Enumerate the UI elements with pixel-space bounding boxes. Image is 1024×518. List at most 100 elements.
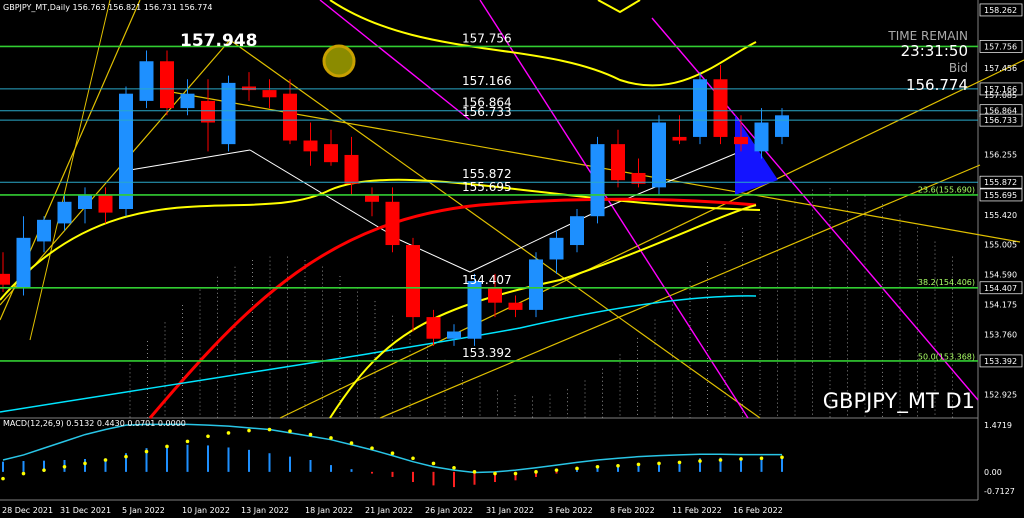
candle-body [447,331,461,339]
macd-signal-point [370,446,374,450]
candle-body [242,86,256,91]
price-tick: 154.407 [984,284,1017,293]
candle-body [590,144,605,217]
bid-label: Bid [949,61,968,75]
chart-header: GBPJPY_MT,Daily 156.763 156.821 156.731 … [3,3,212,12]
candle-body [16,237,31,289]
candle-body [57,201,72,224]
macd-signal-point [144,449,149,454]
macd-signal-point [452,465,456,470]
candle-body [262,90,277,98]
macd-signal-point [534,470,538,474]
price-tick: 153.760 [984,330,1017,339]
price-tick: 154.590 [984,271,1017,280]
candle-body [0,273,10,285]
candle-body [652,122,666,188]
level-label: 157.166 [462,74,512,88]
macd-signal-point [657,461,661,466]
price-tick: 152.925 [984,391,1017,400]
price-tick: 158.262 [984,6,1017,15]
candle-body [734,136,748,145]
macd-signal-point [226,431,231,435]
macd-label: MACD(12,26,9) 0.5132 0.4430 0.0701 0.000… [3,419,186,428]
macd-signal-point [677,460,682,465]
price-tick: 153.392 [984,357,1017,366]
macd-signal-point [1,476,5,481]
macd-signal-point [472,470,477,474]
macd-signal-point [698,459,702,463]
level-label: 153.392 [462,346,512,360]
candle-body [385,201,400,246]
candle-body [529,259,543,310]
price-tick: 156.255 [984,151,1017,160]
date-label: 3 Feb 2022 [548,506,593,515]
date-label: 11 Feb 2022 [672,506,722,515]
candle-body [180,93,195,109]
candle-body [611,144,625,181]
date-label: 21 Jan 2022 [365,506,413,515]
candle-body [160,61,174,109]
macd-signal-point [103,458,108,462]
date-label: 8 Feb 2022 [610,506,655,515]
price-tick: 157.085 [984,91,1017,100]
date-label: 16 Feb 2022 [733,506,783,515]
macd-signal-point [247,428,251,433]
date-label: 10 Jan 2022 [182,506,230,515]
macd-signal-point [554,468,559,472]
macd-signal-point [513,471,518,476]
macd-signal-point [780,455,784,460]
high-price-label: 157.948 [180,31,257,51]
macd-signal-point [288,429,292,434]
macd-signal-point [575,466,579,471]
price-tick: 155.872 [984,178,1017,187]
price-tick: 154.175 [984,300,1017,309]
candle-body [283,93,297,141]
date-label: 31 Dec 2021 [60,506,111,515]
date-label: 31 Jan 2022 [486,506,534,515]
marker-circle [322,44,356,78]
fib-label: 38.2(154.406) [918,278,975,287]
date-label: 13 Jan 2022 [241,506,289,515]
fib-label: 50.0(153.368) [918,353,975,362]
candle-body [549,237,564,260]
date-label: 5 Jan 2022 [122,506,165,515]
macd-signal-point [759,456,764,461]
candle-body [303,140,318,152]
candle-body [98,194,113,213]
macd-signal-point [718,458,723,462]
price-tick: 157.456 [984,64,1017,73]
candle-body [775,115,789,137]
candle-body [713,79,728,137]
price-tick: 155.005 [984,241,1017,250]
macd-signal-point [411,456,415,461]
macd-signal-point [595,464,600,469]
candle-body [221,82,236,145]
candle-body [139,61,154,101]
macd-signal-point [83,461,87,466]
candle-body [201,100,215,123]
candle-body [426,317,441,339]
price-tick: 155.695 [984,191,1017,200]
macd-signal-point [165,444,169,449]
macd-signal-point [739,457,743,461]
price-chart[interactable]: 157.756157.166156.864156.733155.872155.6… [0,0,1024,518]
macd-signal-point [62,464,67,469]
macd-signal-point [329,436,333,440]
date-label: 28 Dec 2021 [2,506,53,515]
symbol-label: GBPJPY_MT D1 [823,389,975,414]
price-tick: 155.420 [984,211,1017,220]
level-label: 155.695 [462,180,512,194]
macd-signal-point [206,434,210,439]
candle-body [78,194,92,209]
candle-body [344,154,359,184]
macd-signal-point [267,427,272,432]
date-label: 18 Jan 2022 [305,506,353,515]
macd-tick: -0.7127 [984,487,1015,496]
macd-signal-point [493,471,497,476]
level-label: 154.407 [462,273,512,287]
macd-signal-point [42,468,46,472]
macd-signal-point [21,471,26,476]
timer-title: TIME REMAIN [887,29,968,43]
macd-signal-point [308,432,313,437]
macd-signal-point [124,454,128,459]
